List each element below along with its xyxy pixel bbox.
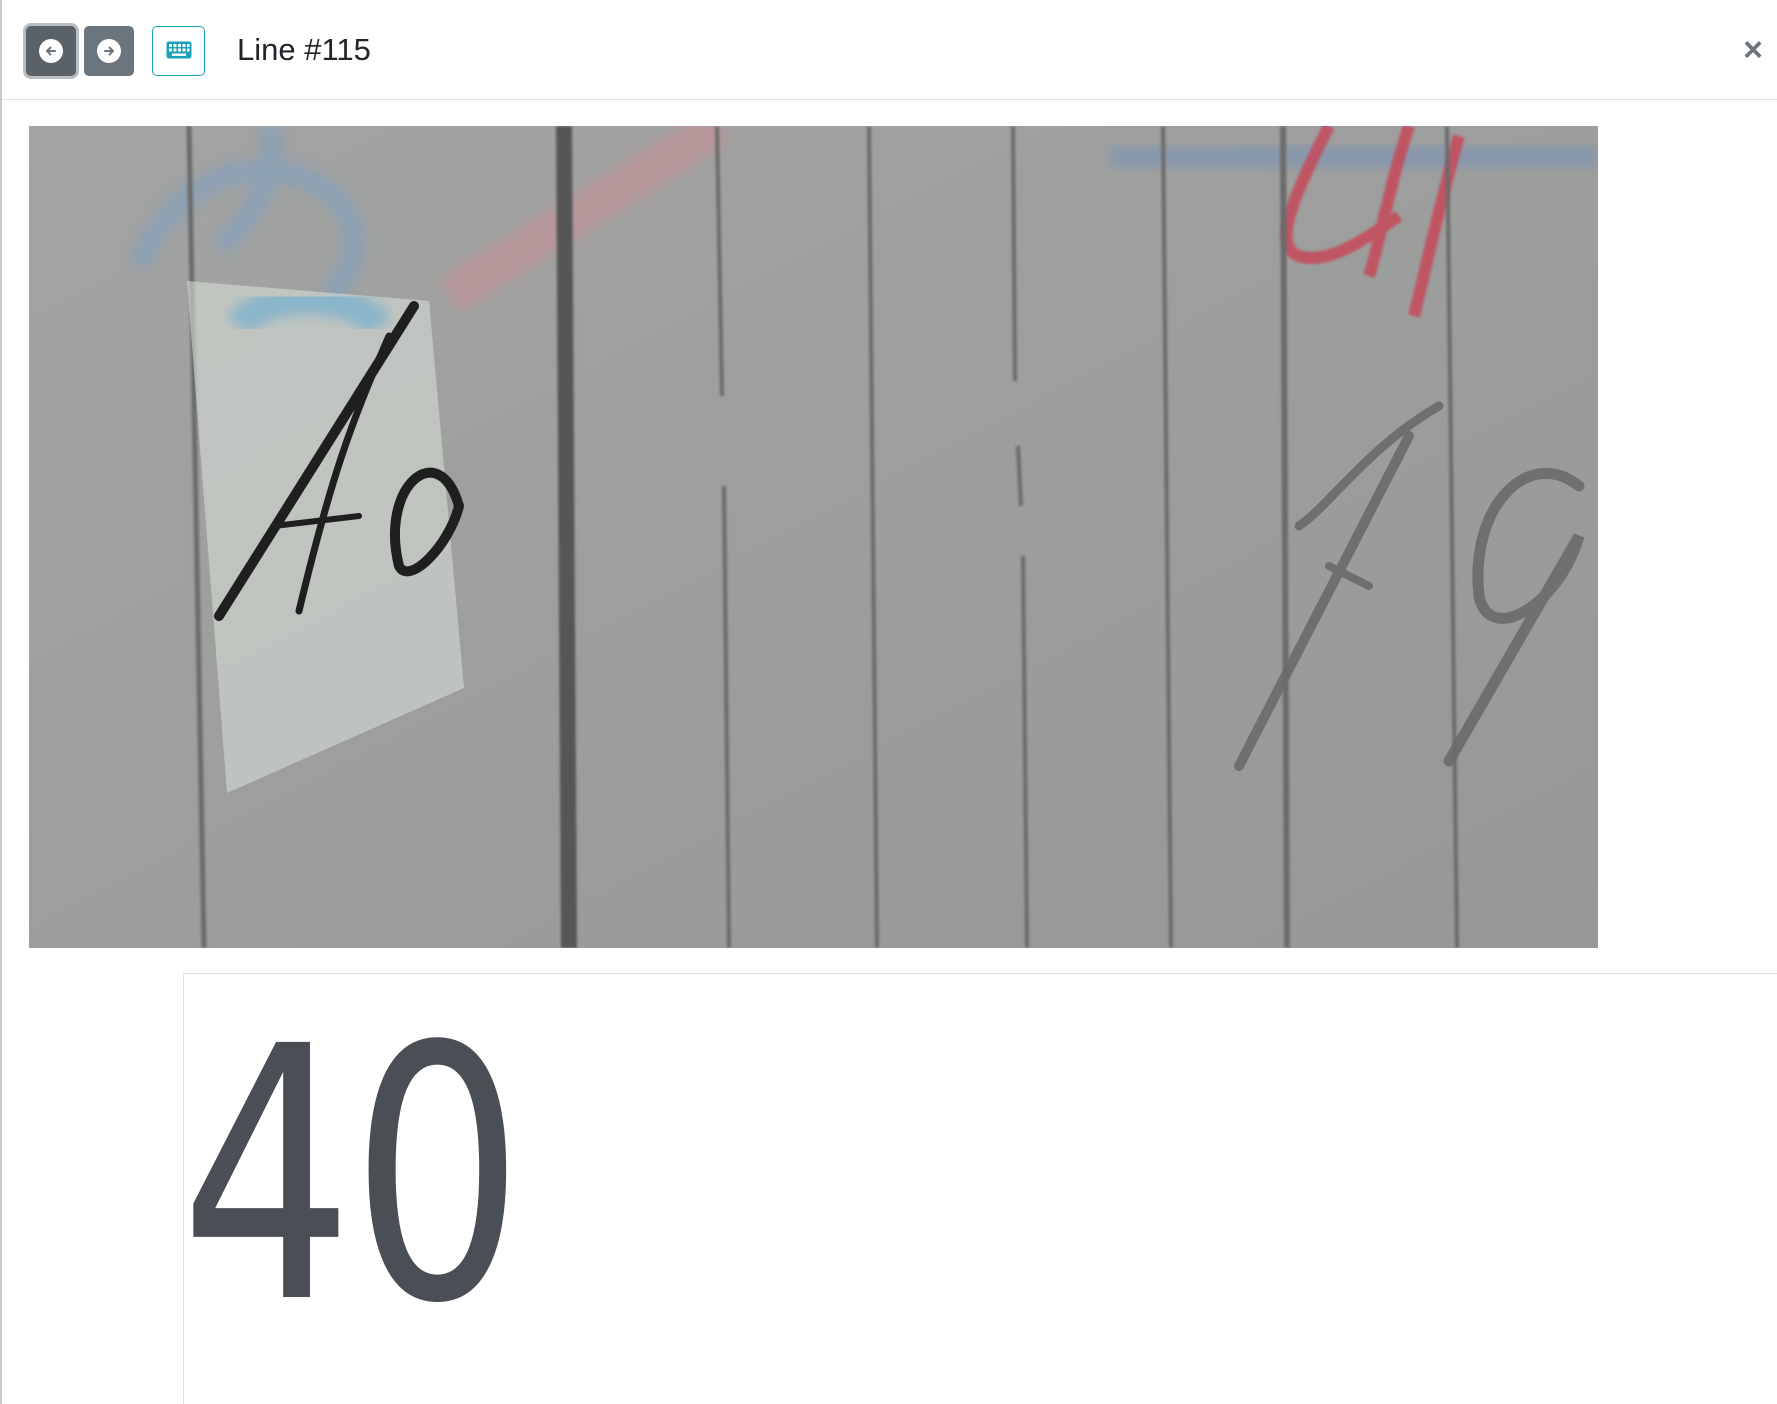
line-image [29,126,1598,948]
arrow-right-circle-icon [97,39,121,63]
arrow-left-circle-icon [39,39,63,63]
next-line-button[interactable] [84,26,134,76]
line-editor-modal: Line #115 × 40 [0,0,1777,1404]
transcription-text: 40 [180,972,524,1380]
transcription-input[interactable]: 40 [180,972,1777,1404]
virtual-keyboard-button[interactable] [152,26,205,76]
keyboard-icon [166,41,192,62]
close-button[interactable]: × [1735,28,1771,72]
modal-title: Line #115 [237,32,371,67]
previous-line-button[interactable] [26,26,76,76]
modal-header: Line #115 × [2,0,1777,100]
